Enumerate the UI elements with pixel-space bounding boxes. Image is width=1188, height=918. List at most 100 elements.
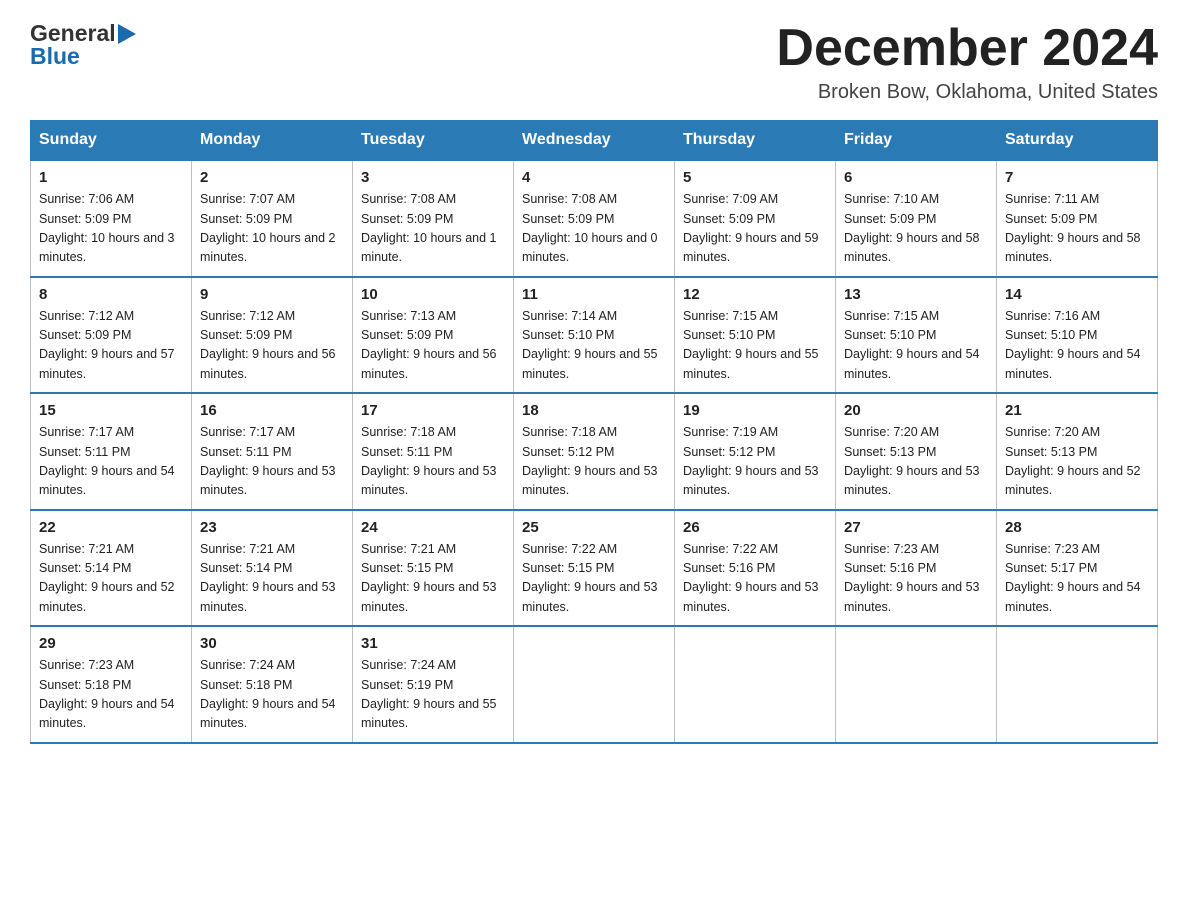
calendar-cell: 21 Sunrise: 7:20 AMSunset: 5:13 PMDayligh… xyxy=(997,393,1158,510)
calendar-cell: 15 Sunrise: 7:17 AMSunset: 5:11 PMDayligh… xyxy=(31,393,192,510)
calendar-cell: 23 Sunrise: 7:21 AMSunset: 5:14 PMDayligh… xyxy=(192,510,353,627)
calendar-cell: 16Sunrise: 7:17 AMSunset: 5:11 PMDayligh… xyxy=(192,393,353,510)
week-row: 15 Sunrise: 7:17 AMSunset: 5:11 PMDayligh… xyxy=(31,393,1158,510)
day-number: 15 xyxy=(39,402,183,419)
day-info: Sunrise: 7:18 AMSunset: 5:11 PMDaylight:… xyxy=(361,423,505,501)
day-number: 26 xyxy=(683,519,827,536)
day-info: Sunrise: 7:17 AMSunset: 5:11 PMDaylight:… xyxy=(200,423,344,501)
day-number: 18 xyxy=(522,402,666,419)
day-number: 3 xyxy=(361,169,505,186)
day-info: Sunrise: 7:16 AMSunset: 5:10 PMDaylight:… xyxy=(1005,307,1149,385)
calendar-cell: 14 Sunrise: 7:16 AMSunset: 5:10 PMDayligh… xyxy=(997,277,1158,394)
day-number: 19 xyxy=(683,402,827,419)
calendar-header-row: SundayMondayTuesdayWednesdayThursdayFrid… xyxy=(31,121,1158,161)
day-info: Sunrise: 7:22 AMSunset: 5:15 PMDaylight:… xyxy=(522,540,666,618)
page-header: General Blue December 2024 Broken Bow, O… xyxy=(30,20,1158,104)
calendar-cell: 29 Sunrise: 7:23 AMSunset: 5:18 PMDayligh… xyxy=(31,626,192,743)
day-of-week-header: Wednesday xyxy=(514,121,675,161)
day-of-week-header: Tuesday xyxy=(353,121,514,161)
day-number: 10 xyxy=(361,286,505,303)
calendar-cell: 7 Sunrise: 7:11 AMSunset: 5:09 PMDaylight… xyxy=(997,160,1158,277)
day-of-week-header: Saturday xyxy=(997,121,1158,161)
calendar-cell: 26 Sunrise: 7:22 AMSunset: 5:16 PMDayligh… xyxy=(675,510,836,627)
day-number: 27 xyxy=(844,519,988,536)
calendar-cell: 25 Sunrise: 7:22 AMSunset: 5:15 PMDayligh… xyxy=(514,510,675,627)
day-info: Sunrise: 7:19 AMSunset: 5:12 PMDaylight:… xyxy=(683,423,827,501)
logo-arrow-icon xyxy=(118,24,136,44)
calendar-cell: 6 Sunrise: 7:10 AMSunset: 5:09 PMDaylight… xyxy=(836,160,997,277)
calendar-cell: 13 Sunrise: 7:15 AMSunset: 5:10 PMDayligh… xyxy=(836,277,997,394)
day-of-week-header: Monday xyxy=(192,121,353,161)
day-number: 4 xyxy=(522,169,666,186)
day-number: 9 xyxy=(200,286,344,303)
day-info: Sunrise: 7:13 AMSunset: 5:09 PMDaylight:… xyxy=(361,307,505,385)
calendar-table: SundayMondayTuesdayWednesdayThursdayFrid… xyxy=(30,120,1158,744)
day-number: 23 xyxy=(200,519,344,536)
day-number: 28 xyxy=(1005,519,1149,536)
day-of-week-header: Thursday xyxy=(675,121,836,161)
day-info: Sunrise: 7:21 AMSunset: 5:14 PMDaylight:… xyxy=(200,540,344,618)
calendar-cell: 28Sunrise: 7:23 AMSunset: 5:17 PMDayligh… xyxy=(997,510,1158,627)
day-number: 22 xyxy=(39,519,183,536)
calendar-cell: 27Sunrise: 7:23 AMSunset: 5:16 PMDayligh… xyxy=(836,510,997,627)
day-number: 2 xyxy=(200,169,344,186)
day-info: Sunrise: 7:08 AMSunset: 5:09 PMDaylight:… xyxy=(361,190,505,268)
day-info: Sunrise: 7:21 AMSunset: 5:15 PMDaylight:… xyxy=(361,540,505,618)
day-number: 11 xyxy=(522,286,666,303)
day-number: 21 xyxy=(1005,402,1149,419)
day-info: Sunrise: 7:14 AMSunset: 5:10 PMDaylight:… xyxy=(522,307,666,385)
day-of-week-header: Sunday xyxy=(31,121,192,161)
calendar-cell: 17 Sunrise: 7:18 AMSunset: 5:11 PMDayligh… xyxy=(353,393,514,510)
calendar-cell: 10 Sunrise: 7:13 AMSunset: 5:09 PMDayligh… xyxy=(353,277,514,394)
calendar-cell xyxy=(997,626,1158,743)
day-number: 24 xyxy=(361,519,505,536)
day-number: 17 xyxy=(361,402,505,419)
logo-blue-text: Blue xyxy=(30,43,137,70)
week-row: 22 Sunrise: 7:21 AMSunset: 5:14 PMDayligh… xyxy=(31,510,1158,627)
calendar-cell: 20Sunrise: 7:20 AMSunset: 5:13 PMDayligh… xyxy=(836,393,997,510)
calendar-cell: 8Sunrise: 7:12 AMSunset: 5:09 PMDaylight… xyxy=(31,277,192,394)
day-number: 14 xyxy=(1005,286,1149,303)
logo: General Blue xyxy=(30,20,137,70)
calendar-cell: 22 Sunrise: 7:21 AMSunset: 5:14 PMDayligh… xyxy=(31,510,192,627)
day-number: 6 xyxy=(844,169,988,186)
week-row: 8Sunrise: 7:12 AMSunset: 5:09 PMDaylight… xyxy=(31,277,1158,394)
calendar-cell: 3 Sunrise: 7:08 AMSunset: 5:09 PMDaylight… xyxy=(353,160,514,277)
day-number: 30 xyxy=(200,635,344,652)
day-info: Sunrise: 7:17 AMSunset: 5:11 PMDaylight:… xyxy=(39,423,183,501)
day-info: Sunrise: 7:10 AMSunset: 5:09 PMDaylight:… xyxy=(844,190,988,268)
calendar-cell: 18 Sunrise: 7:18 AMSunset: 5:12 PMDayligh… xyxy=(514,393,675,510)
day-number: 5 xyxy=(683,169,827,186)
week-row: 29 Sunrise: 7:23 AMSunset: 5:18 PMDayligh… xyxy=(31,626,1158,743)
calendar-cell: 19 Sunrise: 7:19 AMSunset: 5:12 PMDayligh… xyxy=(675,393,836,510)
calendar-cell: 9 Sunrise: 7:12 AMSunset: 5:09 PMDaylight… xyxy=(192,277,353,394)
day-info: Sunrise: 7:21 AMSunset: 5:14 PMDaylight:… xyxy=(39,540,183,618)
day-info: Sunrise: 7:11 AMSunset: 5:09 PMDaylight:… xyxy=(1005,190,1149,268)
calendar-cell: 24 Sunrise: 7:21 AMSunset: 5:15 PMDayligh… xyxy=(353,510,514,627)
calendar-cell: 30 Sunrise: 7:24 AMSunset: 5:18 PMDayligh… xyxy=(192,626,353,743)
calendar-cell: 2 Sunrise: 7:07 AMSunset: 5:09 PMDaylight… xyxy=(192,160,353,277)
day-number: 25 xyxy=(522,519,666,536)
day-number: 12 xyxy=(683,286,827,303)
day-info: Sunrise: 7:18 AMSunset: 5:12 PMDaylight:… xyxy=(522,423,666,501)
day-info: Sunrise: 7:06 AMSunset: 5:09 PMDaylight:… xyxy=(39,190,183,268)
day-info: Sunrise: 7:23 AMSunset: 5:18 PMDaylight:… xyxy=(39,656,183,734)
day-of-week-header: Friday xyxy=(836,121,997,161)
title-block: December 2024 Broken Bow, Oklahoma, Unit… xyxy=(776,20,1158,104)
day-number: 7 xyxy=(1005,169,1149,186)
day-info: Sunrise: 7:12 AMSunset: 5:09 PMDaylight:… xyxy=(39,307,183,385)
day-info: Sunrise: 7:07 AMSunset: 5:09 PMDaylight:… xyxy=(200,190,344,268)
calendar-cell: 12Sunrise: 7:15 AMSunset: 5:10 PMDayligh… xyxy=(675,277,836,394)
day-info: Sunrise: 7:15 AMSunset: 5:10 PMDaylight:… xyxy=(844,307,988,385)
day-info: Sunrise: 7:24 AMSunset: 5:18 PMDaylight:… xyxy=(200,656,344,734)
day-number: 29 xyxy=(39,635,183,652)
day-info: Sunrise: 7:09 AMSunset: 5:09 PMDaylight:… xyxy=(683,190,827,268)
calendar-cell: 31Sunrise: 7:24 AMSunset: 5:19 PMDayligh… xyxy=(353,626,514,743)
day-info: Sunrise: 7:22 AMSunset: 5:16 PMDaylight:… xyxy=(683,540,827,618)
day-number: 13 xyxy=(844,286,988,303)
calendar-cell: 11 Sunrise: 7:14 AMSunset: 5:10 PMDayligh… xyxy=(514,277,675,394)
day-info: Sunrise: 7:08 AMSunset: 5:09 PMDaylight:… xyxy=(522,190,666,268)
day-info: Sunrise: 7:12 AMSunset: 5:09 PMDaylight:… xyxy=(200,307,344,385)
day-info: Sunrise: 7:20 AMSunset: 5:13 PMDaylight:… xyxy=(844,423,988,501)
day-info: Sunrise: 7:20 AMSunset: 5:13 PMDaylight:… xyxy=(1005,423,1149,501)
